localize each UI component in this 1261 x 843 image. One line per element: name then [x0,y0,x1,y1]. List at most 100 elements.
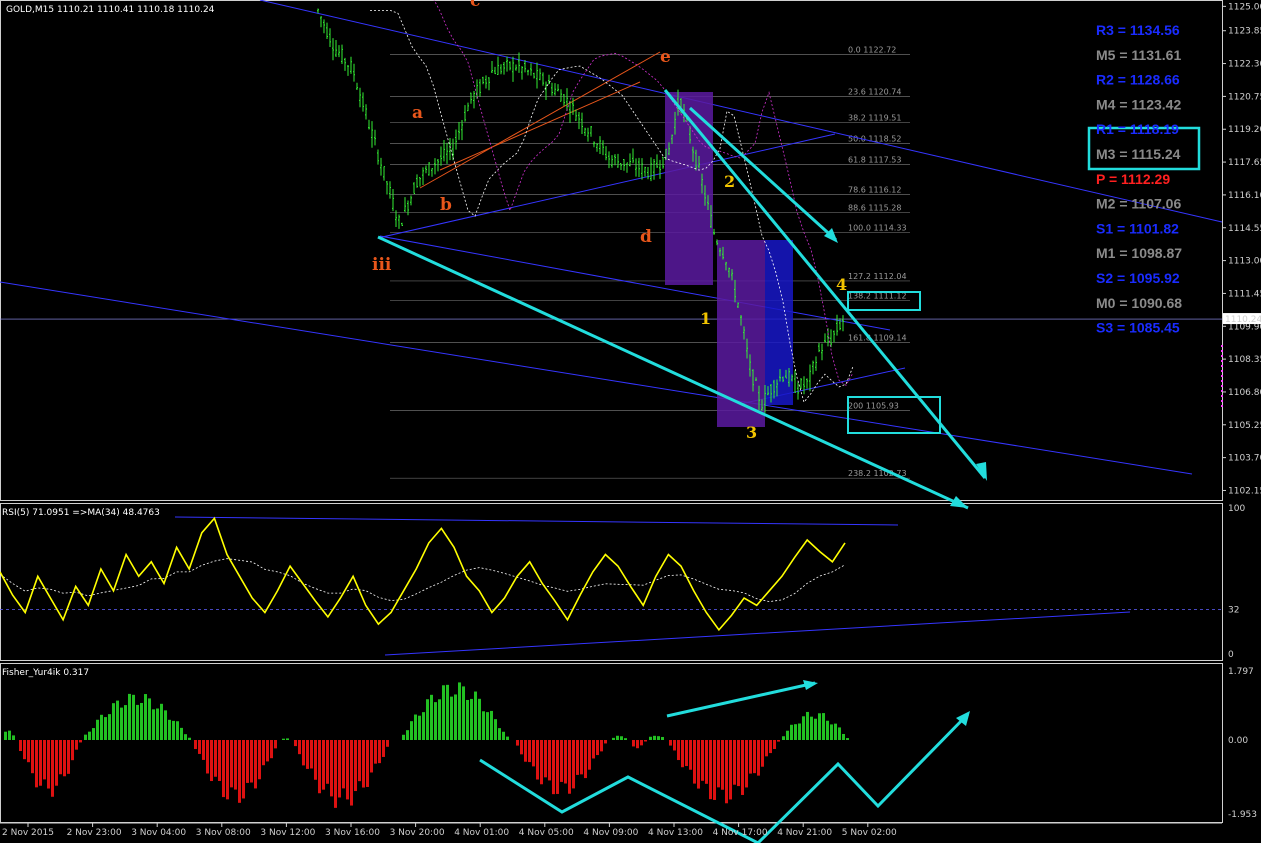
fisher-bar [43,740,46,780]
fisher-bar [286,738,289,740]
fisher-bar [600,740,603,752]
fisher-bar [458,682,461,740]
wave-label: iii [372,255,392,275]
fibo-level-label: 38.2 1119.51 [848,114,901,123]
fisher-bar [8,730,11,740]
fisher-bar [234,740,237,790]
fisher-bar [490,710,493,740]
fisher-bar [560,740,563,782]
fisher-bar [298,740,301,755]
fisher-bar [330,740,333,797]
fisher-bar [721,740,724,790]
fisher-annotation-line [666,681,816,718]
fisher-bar [737,740,740,787]
pivot-level: M5 = 1131.61 [1096,47,1181,63]
fisher-bar [482,711,485,740]
fisher-bar [677,740,680,761]
fisher-bar [478,698,481,740]
fisher-bar [502,731,505,740]
fisher-bar [188,737,191,740]
fibo-level-label: 200 1105.93 [848,401,899,410]
pivot-level: P = 1112.29 [1096,171,1170,187]
fisher-bar [520,740,523,755]
price-tick-label: 1114.55 [1228,224,1261,234]
fisher-bar [318,740,321,794]
price-panel[interactable]: GOLD,M15 1110.21 1110.41 1110.18 1110.24… [0,0,1223,510]
pivot-level: M3 = 1115.24 [1096,146,1181,162]
fisher-bar [649,736,652,740]
price-tick-label: 1122.30 [1228,60,1261,70]
panel-border [0,503,1223,661]
fisher-bar [242,740,245,799]
fisher-bar [322,740,325,790]
pivot-level: S3 = 1085.45 [1096,320,1180,336]
pivot-level: M2 = 1107.06 [1096,196,1181,212]
price-tick-label: 1111.45 [1228,289,1261,299]
pivot-level: S2 = 1095.92 [1096,270,1180,286]
fisher-bar [842,733,845,740]
rsi-tick-label: 100 [1228,504,1245,514]
fisher-bar [164,710,167,740]
time-tick-label: 3 Nov 08:00 [196,828,251,838]
fisher-bar [588,740,591,770]
fisher-bar [681,740,684,768]
fisher-bar [184,734,187,740]
fisher-bar [580,740,583,775]
fisher-bar [540,740,543,785]
rsi-trend-line [174,516,899,526]
fisher-bar [274,740,277,749]
fisher-bar [342,740,345,789]
rsi-panel[interactable]: RSI(5) 71.0951 =>MA(34) 48.4763 [0,508,1222,656]
fisher-bar [358,740,361,782]
fisher-bar [306,740,309,769]
fisher-bar [250,740,253,783]
time-tick-label: 4 Nov 05:00 [519,828,574,838]
fisher-panel[interactable]: Fisher_Yur4ik 0.317 [2,668,970,843]
time-tick-label: 4 Nov 13:00 [648,828,703,838]
fibo-level-label: 100.0 1114.33 [848,223,907,232]
fisher-bar [532,740,535,767]
fisher-bar [88,731,91,740]
fisher-bar [612,737,615,740]
fisher-bar [466,699,469,740]
current-price-label: 1110.24 [1225,315,1261,325]
fisher-bar [620,736,623,740]
fisher-bar [210,740,213,782]
pivot-level: R3 = 1134.56 [1096,22,1180,38]
fisher-bar [584,740,587,779]
price-tick-label: 1102.15 [1228,486,1261,496]
fisher-bar [426,699,429,740]
trend-line [0,281,1193,475]
fisher-bar [446,684,449,740]
fisher-bar [846,738,849,740]
fisher-bar [786,730,789,740]
fisher-bar [741,740,744,795]
fisher-bar [516,740,519,746]
chart-canvas[interactable]: GOLD,M15 1110.21 1110.41 1110.18 1110.24… [0,0,1261,843]
fisher-bar [51,740,54,797]
fisher-bar [818,713,821,740]
fisher-bar [362,740,365,788]
rsi-tick-label: 32 [1228,606,1239,616]
fisher-bar [838,727,841,740]
fisher-bar [168,719,171,740]
pivot-levels-table: R3 = 1134.56 M5 = 1131.61 R2 = 1128.66 M4 =… [1096,22,1182,336]
time-tick-label: 4 Nov 21:00 [777,828,832,838]
wave-label: d [640,227,652,247]
fisher-bar [826,720,829,740]
fisher-bar [669,740,672,746]
fibo-level-label: 88.6 1115.28 [848,203,901,212]
fisher-bar [636,740,639,749]
fisher-bar [302,740,305,766]
fisher-bar [536,740,539,780]
fisher-bar [693,740,696,784]
fisher-bar [386,740,389,747]
wave-label: a [412,103,423,123]
fisher-bar [366,740,369,787]
fisher-bar [148,698,151,740]
fisher-bar [156,708,159,740]
fisher-bar [576,740,579,775]
fisher-bar [136,704,139,740]
fisher-bar [462,686,465,740]
fisher-bar [434,702,437,740]
